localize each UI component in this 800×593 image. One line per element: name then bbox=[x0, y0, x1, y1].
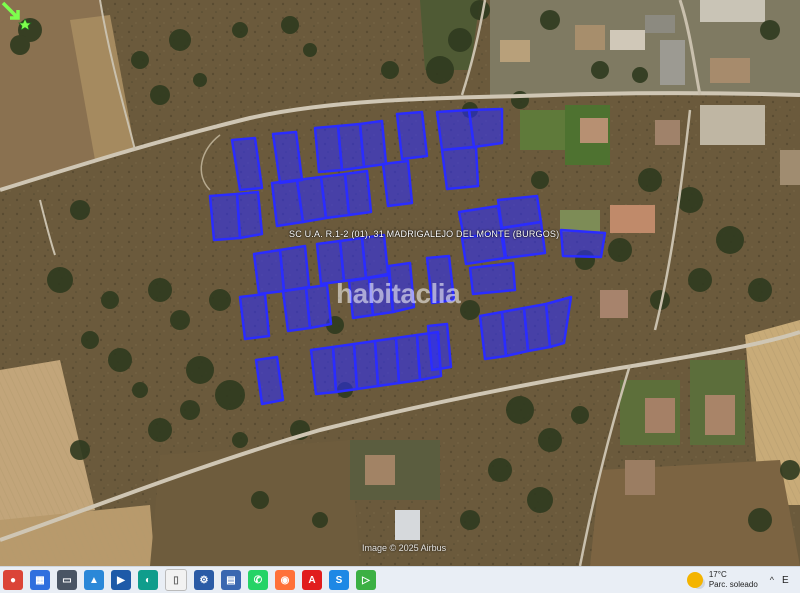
parcel bbox=[467, 107, 504, 149]
clock-text[interactable]: E bbox=[782, 575, 800, 586]
parcel bbox=[426, 322, 453, 372]
photos-icon[interactable]: ▲ bbox=[84, 570, 104, 590]
weather-widget[interactable]: 17°C Parc. soleado bbox=[709, 570, 758, 590]
parcel bbox=[435, 108, 476, 152]
parcel bbox=[271, 130, 304, 185]
parcel bbox=[208, 192, 242, 242]
edge-icon[interactable]: ◐ bbox=[138, 570, 158, 590]
parcel bbox=[559, 228, 607, 259]
location-marker-icon[interactable] bbox=[0, 0, 34, 30]
document-icon[interactable]: ▯ bbox=[165, 569, 187, 591]
taskbar: ● ▦ ▭ ▲ ▶ ◐ ▯ ⚙ ▤ ✆ ◉ A S ▷ 17°C Parc. soleado ^ E bbox=[0, 566, 800, 593]
calendar-icon[interactable]: ▦ bbox=[30, 570, 50, 590]
save-icon[interactable]: ▤ bbox=[221, 570, 241, 590]
parcel bbox=[235, 190, 264, 240]
weather-description: Parc. soleado bbox=[708, 580, 758, 589]
firefox-icon[interactable]: ◉ bbox=[275, 570, 295, 590]
window-icon[interactable]: ▭ bbox=[57, 570, 77, 590]
parcel bbox=[254, 355, 285, 406]
chevron-up-icon[interactable]: ^ bbox=[770, 575, 774, 585]
whatsapp-icon[interactable]: ✆ bbox=[248, 570, 268, 590]
play-app-icon[interactable]: ▷ bbox=[356, 570, 376, 590]
s-app-icon[interactable]: S bbox=[329, 570, 349, 590]
parcel-label: SC U.A. R.1-2 (01), 31 MADRIGALEJO DEL M… bbox=[289, 229, 560, 239]
parcel bbox=[238, 292, 271, 341]
parcel bbox=[395, 110, 429, 161]
watermark: habitaclia bbox=[336, 278, 461, 309]
copyright-text: Image © 2025 Airbus bbox=[362, 543, 447, 553]
parcel bbox=[343, 169, 373, 217]
system-tray: 17°C Parc. soleado ^ E bbox=[686, 567, 800, 593]
parcel bbox=[304, 283, 333, 330]
chrome-icon[interactable]: ● bbox=[3, 570, 23, 590]
parcel bbox=[440, 145, 480, 191]
parcel bbox=[381, 159, 414, 208]
parcel bbox=[278, 244, 311, 293]
parcel bbox=[230, 136, 264, 192]
weather-sun-icon[interactable] bbox=[686, 572, 703, 588]
parcel bbox=[358, 119, 388, 169]
satellite-map[interactable]: SC U.A. R.1-2 (01), 31 MADRIGALEJO DEL M… bbox=[0, 0, 800, 566]
parcel bbox=[468, 261, 517, 296]
parcel bbox=[500, 220, 547, 260]
gear-icon[interactable]: ⚙ bbox=[194, 570, 214, 590]
acrobat-icon[interactable]: A bbox=[302, 570, 322, 590]
parcel bbox=[544, 295, 573, 349]
parcel bbox=[360, 233, 390, 280]
weather-temperature: 17°C bbox=[708, 570, 727, 579]
media-icon[interactable]: ▶ bbox=[111, 570, 131, 590]
